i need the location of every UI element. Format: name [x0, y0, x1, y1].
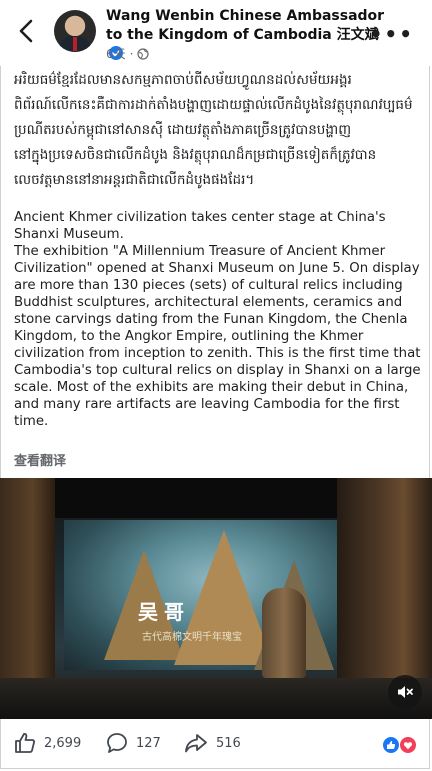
- video-subtitle-text: 古代高棉文明千年瑰宝: [142, 632, 242, 643]
- mute-button[interactable]: [388, 675, 422, 709]
- share-arrow-icon: [185, 734, 207, 753]
- video-player[interactable]: 吴哥 古代高棉文明千年瑰宝: [0, 478, 432, 719]
- video-frame: [64, 520, 364, 670]
- action-bar: 2,699 127 516: [0, 722, 432, 768]
- page-name[interactable]: Wang Wenbin Chinese Ambassador to the Ki…: [106, 8, 384, 43]
- post-meta: 6天 ·: [106, 45, 150, 62]
- more-dots-icon[interactable]: •••: [370, 22, 414, 46]
- like-button[interactable]: 2,699: [14, 732, 81, 754]
- post-heading: Ancient Khmer civilization takes center …: [14, 210, 386, 242]
- avatar[interactable]: [54, 10, 96, 52]
- comment-button[interactable]: 127: [106, 732, 161, 754]
- back-arrow-icon[interactable]: [14, 18, 40, 44]
- share-count: 516: [216, 735, 241, 751]
- share-button[interactable]: 516: [184, 732, 241, 754]
- comment-bubble-icon: [107, 733, 127, 753]
- post-text-khmer: អរិយធម៌ខ្មែរដែលមានសកម្មភាពចាប់ពីសម័យហ្វូ…: [14, 72, 413, 188]
- video-title-text: 吴哥: [138, 600, 190, 624]
- statue: [262, 588, 306, 678]
- like-count: 2,699: [44, 735, 82, 751]
- speaker-muted-icon: [398, 686, 413, 698]
- post-text-english: Ancient Khmer civilization takes center …: [14, 209, 426, 430]
- globe-icon: [137, 47, 150, 60]
- see-translation-link[interactable]: 查看翻译: [14, 450, 66, 469]
- like-reaction-icon: [382, 736, 400, 754]
- reactions-summary[interactable]: [382, 736, 418, 754]
- post-body: The exhibition "A Millennium Treasure of…: [14, 244, 421, 429]
- comment-count: 127: [136, 735, 161, 751]
- thumbs-up-icon: [15, 733, 35, 753]
- post-header: Wang Wenbin Chinese Ambassador to the Ki…: [0, 0, 432, 66]
- love-reaction-icon: [399, 736, 417, 754]
- post-time[interactable]: 6天: [106, 45, 126, 62]
